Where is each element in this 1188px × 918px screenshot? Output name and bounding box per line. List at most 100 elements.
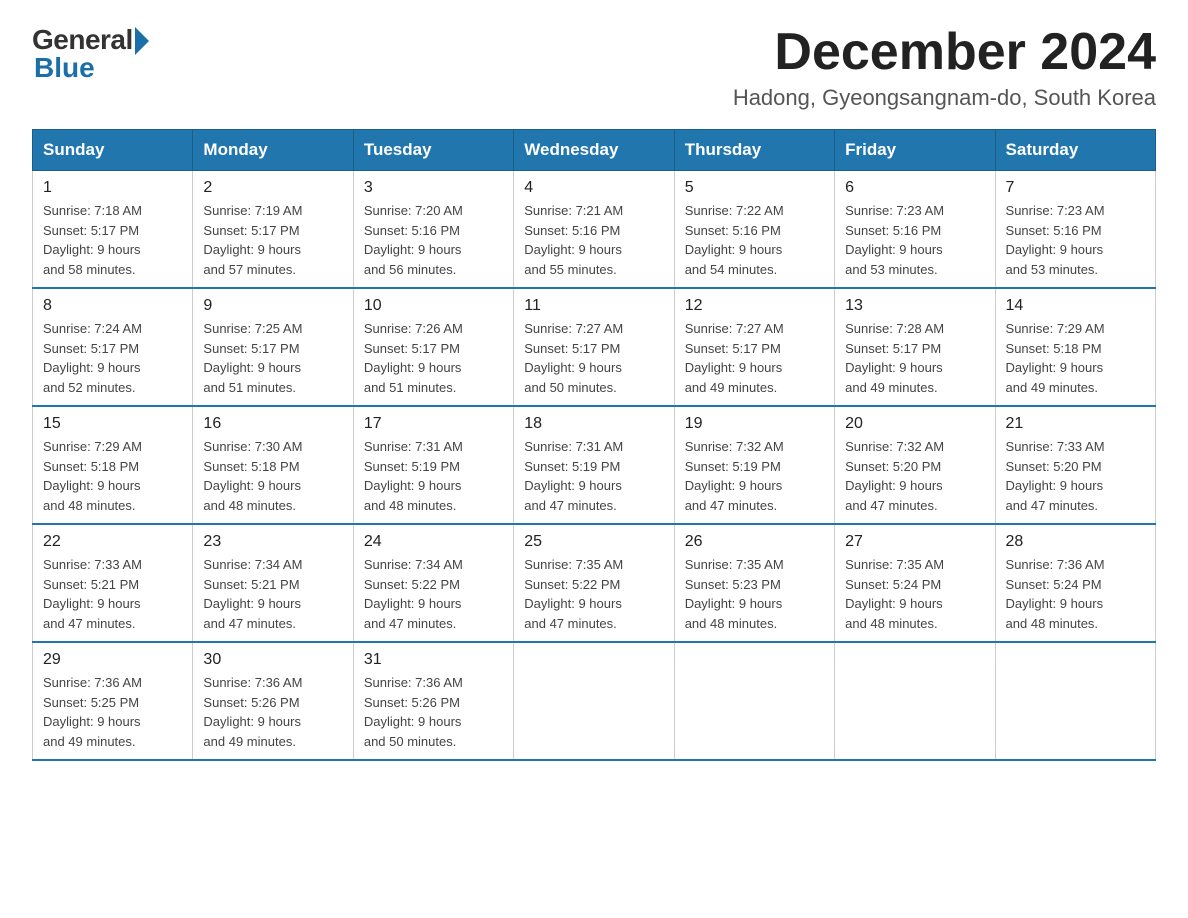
day-info: Sunrise: 7:36 AM Sunset: 5:25 PM Dayligh…	[43, 673, 182, 751]
calendar-cell: 12 Sunrise: 7:27 AM Sunset: 5:17 PM Dayl…	[674, 288, 834, 406]
day-number: 17	[364, 415, 503, 433]
day-info: Sunrise: 7:34 AM Sunset: 5:22 PM Dayligh…	[364, 555, 503, 633]
day-number: 29	[43, 651, 182, 669]
day-info: Sunrise: 7:31 AM Sunset: 5:19 PM Dayligh…	[364, 437, 503, 515]
day-info: Sunrise: 7:22 AM Sunset: 5:16 PM Dayligh…	[685, 201, 824, 279]
logo-blue-text: Blue	[34, 52, 95, 84]
calendar-table: SundayMondayTuesdayWednesdayThursdayFrid…	[32, 129, 1156, 761]
calendar-cell: 21 Sunrise: 7:33 AM Sunset: 5:20 PM Dayl…	[995, 406, 1155, 524]
day-number: 21	[1006, 415, 1145, 433]
calendar-cell	[514, 642, 674, 760]
calendar-cell: 9 Sunrise: 7:25 AM Sunset: 5:17 PM Dayli…	[193, 288, 353, 406]
calendar-cell: 10 Sunrise: 7:26 AM Sunset: 5:17 PM Dayl…	[353, 288, 513, 406]
day-info: Sunrise: 7:27 AM Sunset: 5:17 PM Dayligh…	[524, 319, 663, 397]
calendar-cell: 3 Sunrise: 7:20 AM Sunset: 5:16 PM Dayli…	[353, 171, 513, 289]
calendar-cell: 31 Sunrise: 7:36 AM Sunset: 5:26 PM Dayl…	[353, 642, 513, 760]
calendar-week-row: 8 Sunrise: 7:24 AM Sunset: 5:17 PM Dayli…	[33, 288, 1156, 406]
day-number: 23	[203, 533, 342, 551]
header-cell-tuesday: Tuesday	[353, 130, 513, 171]
calendar-cell: 19 Sunrise: 7:32 AM Sunset: 5:19 PM Dayl…	[674, 406, 834, 524]
day-info: Sunrise: 7:31 AM Sunset: 5:19 PM Dayligh…	[524, 437, 663, 515]
day-number: 25	[524, 533, 663, 551]
day-number: 10	[364, 297, 503, 315]
day-info: Sunrise: 7:29 AM Sunset: 5:18 PM Dayligh…	[43, 437, 182, 515]
calendar-cell: 15 Sunrise: 7:29 AM Sunset: 5:18 PM Dayl…	[33, 406, 193, 524]
day-number: 1	[43, 179, 182, 197]
day-number: 24	[364, 533, 503, 551]
header-cell-wednesday: Wednesday	[514, 130, 674, 171]
calendar-cell: 16 Sunrise: 7:30 AM Sunset: 5:18 PM Dayl…	[193, 406, 353, 524]
header-cell-monday: Monday	[193, 130, 353, 171]
day-info: Sunrise: 7:32 AM Sunset: 5:19 PM Dayligh…	[685, 437, 824, 515]
calendar-week-row: 22 Sunrise: 7:33 AM Sunset: 5:21 PM Dayl…	[33, 524, 1156, 642]
day-info: Sunrise: 7:24 AM Sunset: 5:17 PM Dayligh…	[43, 319, 182, 397]
day-number: 11	[524, 297, 663, 315]
calendar-title: December 2024	[733, 24, 1156, 81]
logo: General Blue	[32, 24, 149, 84]
day-number: 26	[685, 533, 824, 551]
calendar-cell: 28 Sunrise: 7:36 AM Sunset: 5:24 PM Dayl…	[995, 524, 1155, 642]
calendar-cell: 23 Sunrise: 7:34 AM Sunset: 5:21 PM Dayl…	[193, 524, 353, 642]
day-number: 20	[845, 415, 984, 433]
day-info: Sunrise: 7:21 AM Sunset: 5:16 PM Dayligh…	[524, 201, 663, 279]
day-info: Sunrise: 7:23 AM Sunset: 5:16 PM Dayligh…	[845, 201, 984, 279]
day-number: 16	[203, 415, 342, 433]
calendar-week-row: 29 Sunrise: 7:36 AM Sunset: 5:25 PM Dayl…	[33, 642, 1156, 760]
calendar-cell: 4 Sunrise: 7:21 AM Sunset: 5:16 PM Dayli…	[514, 171, 674, 289]
calendar-cell: 18 Sunrise: 7:31 AM Sunset: 5:19 PM Dayl…	[514, 406, 674, 524]
calendar-cell: 17 Sunrise: 7:31 AM Sunset: 5:19 PM Dayl…	[353, 406, 513, 524]
calendar-cell: 20 Sunrise: 7:32 AM Sunset: 5:20 PM Dayl…	[835, 406, 995, 524]
header-cell-sunday: Sunday	[33, 130, 193, 171]
day-info: Sunrise: 7:35 AM Sunset: 5:23 PM Dayligh…	[685, 555, 824, 633]
logo-arrow-icon	[135, 27, 149, 55]
calendar-cell: 7 Sunrise: 7:23 AM Sunset: 5:16 PM Dayli…	[995, 171, 1155, 289]
day-info: Sunrise: 7:20 AM Sunset: 5:16 PM Dayligh…	[364, 201, 503, 279]
day-number: 31	[364, 651, 503, 669]
calendar-cell: 30 Sunrise: 7:36 AM Sunset: 5:26 PM Dayl…	[193, 642, 353, 760]
calendar-cell: 29 Sunrise: 7:36 AM Sunset: 5:25 PM Dayl…	[33, 642, 193, 760]
day-info: Sunrise: 7:36 AM Sunset: 5:24 PM Dayligh…	[1006, 555, 1145, 633]
day-info: Sunrise: 7:25 AM Sunset: 5:17 PM Dayligh…	[203, 319, 342, 397]
day-info: Sunrise: 7:36 AM Sunset: 5:26 PM Dayligh…	[364, 673, 503, 751]
day-number: 30	[203, 651, 342, 669]
day-info: Sunrise: 7:27 AM Sunset: 5:17 PM Dayligh…	[685, 319, 824, 397]
day-info: Sunrise: 7:28 AM Sunset: 5:17 PM Dayligh…	[845, 319, 984, 397]
day-number: 18	[524, 415, 663, 433]
calendar-cell: 6 Sunrise: 7:23 AM Sunset: 5:16 PM Dayli…	[835, 171, 995, 289]
calendar-cell: 11 Sunrise: 7:27 AM Sunset: 5:17 PM Dayl…	[514, 288, 674, 406]
header-cell-saturday: Saturday	[995, 130, 1155, 171]
calendar-cell: 26 Sunrise: 7:35 AM Sunset: 5:23 PM Dayl…	[674, 524, 834, 642]
calendar-cell: 22 Sunrise: 7:33 AM Sunset: 5:21 PM Dayl…	[33, 524, 193, 642]
day-number: 27	[845, 533, 984, 551]
day-number: 22	[43, 533, 182, 551]
day-info: Sunrise: 7:36 AM Sunset: 5:26 PM Dayligh…	[203, 673, 342, 751]
day-number: 7	[1006, 179, 1145, 197]
calendar-header-row: SundayMondayTuesdayWednesdayThursdayFrid…	[33, 130, 1156, 171]
calendar-cell	[674, 642, 834, 760]
day-number: 13	[845, 297, 984, 315]
header-cell-friday: Friday	[835, 130, 995, 171]
calendar-cell: 5 Sunrise: 7:22 AM Sunset: 5:16 PM Dayli…	[674, 171, 834, 289]
calendar-cell: 13 Sunrise: 7:28 AM Sunset: 5:17 PM Dayl…	[835, 288, 995, 406]
day-info: Sunrise: 7:18 AM Sunset: 5:17 PM Dayligh…	[43, 201, 182, 279]
day-info: Sunrise: 7:35 AM Sunset: 5:24 PM Dayligh…	[845, 555, 984, 633]
calendar-cell: 25 Sunrise: 7:35 AM Sunset: 5:22 PM Dayl…	[514, 524, 674, 642]
day-info: Sunrise: 7:19 AM Sunset: 5:17 PM Dayligh…	[203, 201, 342, 279]
day-info: Sunrise: 7:26 AM Sunset: 5:17 PM Dayligh…	[364, 319, 503, 397]
calendar-week-row: 15 Sunrise: 7:29 AM Sunset: 5:18 PM Dayl…	[33, 406, 1156, 524]
calendar-cell: 8 Sunrise: 7:24 AM Sunset: 5:17 PM Dayli…	[33, 288, 193, 406]
day-number: 19	[685, 415, 824, 433]
header: General Blue December 2024 Hadong, Gyeon…	[32, 24, 1156, 111]
day-number: 5	[685, 179, 824, 197]
day-number: 3	[364, 179, 503, 197]
calendar-cell: 2 Sunrise: 7:19 AM Sunset: 5:17 PM Dayli…	[193, 171, 353, 289]
calendar-subtitle: Hadong, Gyeongsangnam-do, South Korea	[733, 85, 1156, 111]
header-cell-thursday: Thursday	[674, 130, 834, 171]
calendar-cell: 1 Sunrise: 7:18 AM Sunset: 5:17 PM Dayli…	[33, 171, 193, 289]
day-number: 6	[845, 179, 984, 197]
calendar-cell	[995, 642, 1155, 760]
day-info: Sunrise: 7:23 AM Sunset: 5:16 PM Dayligh…	[1006, 201, 1145, 279]
day-info: Sunrise: 7:35 AM Sunset: 5:22 PM Dayligh…	[524, 555, 663, 633]
day-number: 4	[524, 179, 663, 197]
day-number: 12	[685, 297, 824, 315]
